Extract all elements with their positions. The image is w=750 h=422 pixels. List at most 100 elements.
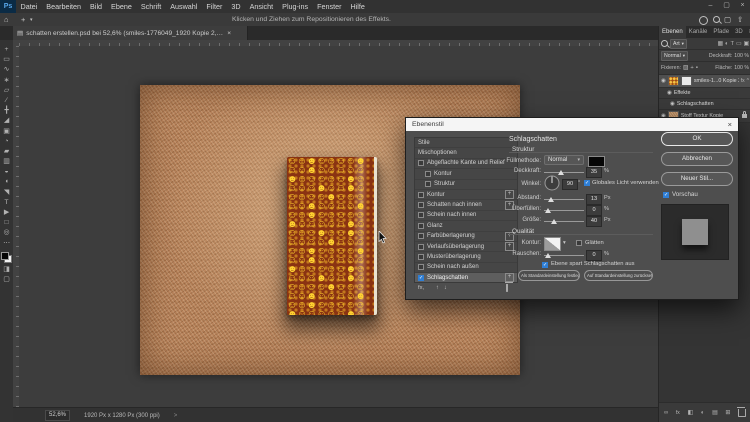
style-checkbox[interactable] — [418, 222, 424, 229]
filter-smart-object-icon[interactable]: ▣ — [744, 41, 749, 47]
layer-thumbnail[interactable] — [667, 76, 679, 86]
antialias-checkbox[interactable] — [576, 240, 582, 246]
close-button[interactable]: × — [735, 0, 750, 12]
fx-list-icon[interactable]: fx, — [418, 285, 424, 291]
eyedropper-tool-icon[interactable]: ∕ — [0, 96, 13, 106]
new-layer-icon[interactable]: ⊞ — [725, 410, 730, 416]
visibility-eye-icon[interactable]: ◉ — [670, 101, 675, 107]
move-tool-icon[interactable]: + — [0, 45, 13, 55]
ok-button[interactable]: OK — [661, 132, 733, 146]
delete-layer-icon[interactable] — [736, 406, 746, 417]
spread-value[interactable]: 0 — [586, 205, 602, 216]
clone-stamp-tool-icon[interactable]: ▣ — [0, 127, 13, 137]
menu-ansicht[interactable]: Ansicht — [245, 2, 278, 11]
zoom-level-field[interactable]: 52,6% — [45, 410, 71, 421]
style-checkbox[interactable] — [418, 212, 424, 219]
opacity-slider[interactable] — [544, 169, 584, 175]
menu-auswahl[interactable]: Auswahl — [166, 2, 202, 11]
lock-transparency-icon[interactable]: ▨ — [683, 65, 688, 71]
filter-type-icon[interactable]: T — [730, 41, 734, 47]
path-selection-tool-icon[interactable]: ▶ — [0, 208, 13, 218]
delete-effect-icon[interactable] — [506, 284, 508, 292]
search-icon[interactable] — [713, 16, 720, 23]
style-checkbox[interactable] — [418, 243, 424, 250]
document-tab[interactable]: ▤ schatten erstellen.psd bei 52,6% (smil… — [13, 26, 248, 40]
add-effect-icon[interactable]: + — [505, 273, 514, 282]
effect-name[interactable]: Schlagschatten — [677, 101, 749, 107]
workspace-icon[interactable]: ▢ — [724, 15, 731, 24]
menu-3d[interactable]: 3D — [227, 2, 245, 11]
menu-fenster[interactable]: Fenster — [313, 2, 346, 11]
filter-shape-icon[interactable]: ▭ — [736, 41, 741, 47]
shape-tool-icon[interactable]: □ — [0, 218, 13, 228]
style-item-schein-nach-aussen[interactable]: Schein nach außen — [415, 263, 517, 274]
cancel-button[interactable]: Abbrechen — [661, 152, 733, 166]
contour-thumbnail[interactable] — [544, 237, 561, 251]
menu-plugins[interactable]: Plug-ins — [278, 2, 313, 11]
add-layer-mask-icon[interactable]: ◧ — [688, 410, 693, 416]
lock-position-icon[interactable]: + — [690, 65, 693, 71]
style-checkbox[interactable] — [418, 191, 424, 198]
layer-fx-badge[interactable]: fx — [741, 78, 745, 84]
layer-effects-icon[interactable]: fx — [676, 410, 680, 416]
move-effect-up-icon[interactable]: ↑ — [436, 285, 439, 291]
history-brush-tool-icon[interactable]: ◔ — [0, 137, 13, 147]
new-style-button[interactable]: Neuer Stil... — [661, 172, 733, 186]
menu-datei[interactable]: Datei — [16, 2, 42, 11]
pen-tool-icon[interactable]: ◥ — [0, 188, 13, 198]
marquee-tool-icon[interactable]: ▭ — [0, 55, 13, 65]
menu-filter[interactable]: Filter — [202, 2, 227, 11]
contour-caret-icon[interactable]: ▾ — [563, 240, 566, 246]
style-checkbox-checked[interactable]: ✓ — [418, 274, 424, 281]
document-tab-close-icon[interactable]: × — [227, 30, 231, 37]
visibility-eye-icon[interactable]: ◉ — [661, 78, 666, 84]
tab-ebenen[interactable]: Ebenen — [659, 26, 686, 38]
make-default-button[interactable]: Als Standardeinstellung festlegen — [518, 270, 580, 281]
angle-value[interactable]: 90 — [562, 179, 578, 190]
share-icon[interactable]: ⇧ — [737, 15, 743, 24]
tab-kanaele[interactable]: Kanäle — [686, 26, 711, 38]
edit-toolbar-icon[interactable]: ⋯ — [0, 239, 13, 249]
distance-value[interactable]: 13 — [586, 194, 602, 205]
layer-mask-thumbnail[interactable] — [680, 76, 692, 86]
menu-hilfe[interactable]: Hilfe — [346, 2, 369, 11]
home-icon[interactable]: ⌂ — [4, 15, 9, 24]
menu-schrift[interactable]: Schrift — [136, 2, 165, 11]
blur-tool-icon[interactable]: ◒ — [0, 167, 13, 177]
move-effect-down-icon[interactable]: ↓ — [444, 285, 447, 291]
link-layers-icon[interactable]: ∞ — [664, 410, 668, 416]
color-swatches[interactable] — [1, 251, 12, 263]
tab-3d[interactable]: 3D — [732, 26, 746, 38]
menu-ebene[interactable]: Ebene — [107, 2, 137, 11]
layer-row-smiles[interactable]: ◉ smiles-1...0 Kopie 2 fx ^ — [659, 75, 750, 88]
reset-default-button[interactable]: Auf Standardeinstellung zurücksetzen — [584, 270, 653, 281]
layer-row-effekte[interactable]: ◉ Effekte — [659, 88, 750, 99]
layer-fill-value[interactable]: 100 % — [734, 65, 749, 71]
brush-tool-icon[interactable]: ◢ — [0, 116, 13, 126]
screen-mode-icon[interactable]: ▢ — [0, 275, 13, 285]
preview-checkbox[interactable]: ✓ — [663, 192, 669, 198]
angle-dial[interactable] — [544, 175, 560, 191]
status-chevron-icon[interactable]: > — [174, 413, 178, 419]
emoji-notebook-image[interactable]: ☺☺☻☺☺☺☺☻☺☺☻☺☺☺☺☺☻☺☺☺☺☺☻☺☺☺☺☻☺☺☻☺☺☺☺☺☻☺☺☺… — [287, 157, 377, 315]
filter-adjustment-icon[interactable]: ◐ — [725, 41, 729, 47]
menu-bild[interactable]: Bild — [86, 2, 107, 11]
layer-opacity-value[interactable]: 100 % — [734, 53, 749, 59]
quick-selection-tool-icon[interactable]: ∗ — [0, 76, 13, 86]
layer-row-schlagschatten-effekt[interactable]: ◉ Schlagschatten — [659, 99, 750, 110]
quick-mask-icon[interactable]: ◨ — [0, 265, 13, 275]
layer-name[interactable]: smiles-1...0 Kopie 2 — [694, 78, 739, 84]
style-checkbox[interactable] — [425, 170, 431, 177]
shadow-color-swatch[interactable] — [588, 156, 605, 167]
crop-tool-icon[interactable]: ▱ — [0, 86, 13, 96]
spread-slider[interactable] — [544, 207, 584, 213]
knockout-checkbox[interactable]: ✓ — [542, 262, 548, 268]
size-value[interactable]: 40 — [586, 216, 602, 227]
photoshop-logo[interactable]: Ps — [0, 0, 16, 13]
adjustment-layer-icon[interactable]: ◐ — [701, 410, 705, 416]
style-item-stile[interactable]: Stile — [415, 138, 517, 149]
collapse-effects-icon[interactable]: ^ — [747, 78, 749, 84]
tab-pfade[interactable]: Pfade — [710, 26, 732, 38]
lasso-tool-icon[interactable]: ∿ — [0, 65, 13, 75]
style-checkbox[interactable] — [418, 233, 424, 240]
